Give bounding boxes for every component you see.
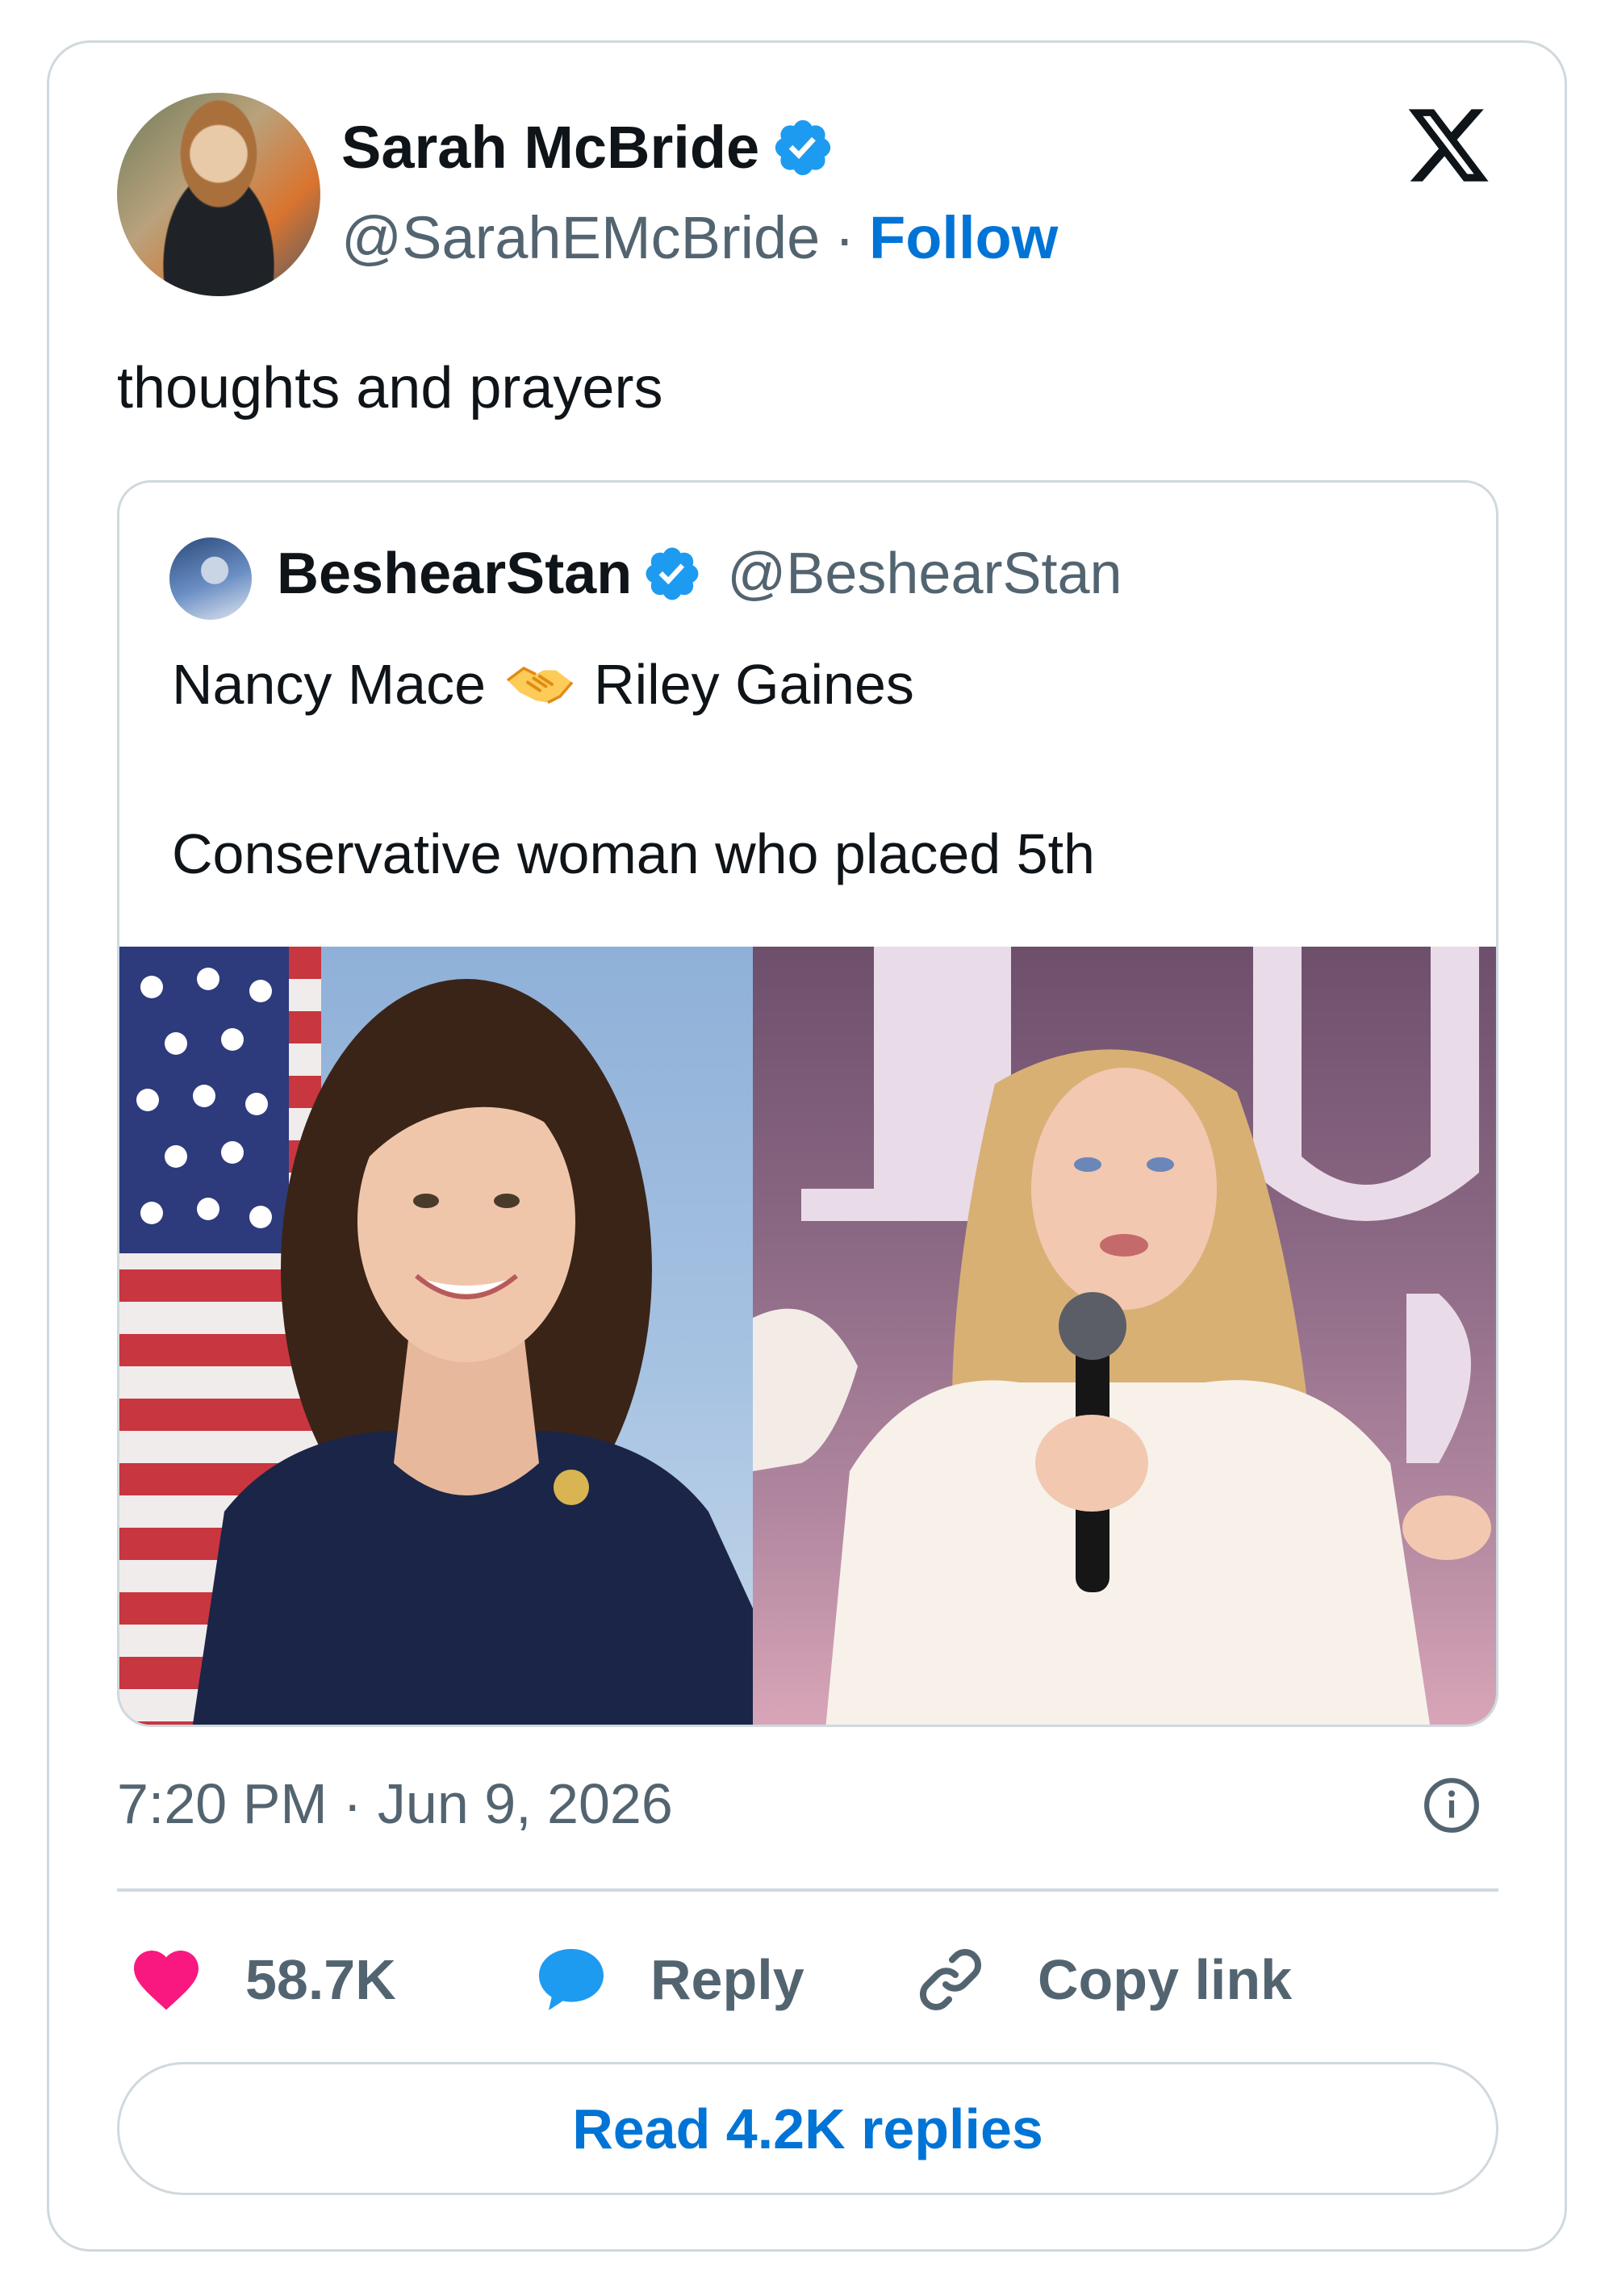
quoted-author-name[interactable]: BeshearStan [277, 541, 632, 607]
author-avatar[interactable] [117, 93, 320, 296]
author-handle[interactable]: @SarahEMcBride [341, 203, 820, 272]
divider [117, 1888, 1498, 1892]
reply-bubble-icon [539, 1949, 604, 2010]
verified-badge-icon [775, 119, 831, 175]
quoted-photo-left[interactable] [119, 947, 753, 1725]
quoted-author-handle: @BeshearStan [727, 542, 1122, 606]
reply-label: Reply [650, 1948, 804, 2011]
heart-icon [134, 1951, 198, 2010]
author-name[interactable]: Sarah McBride [341, 113, 759, 182]
author-name-row[interactable]: Sarah McBride [341, 113, 835, 182]
quoted-text-name-left: Nancy Mace [172, 653, 487, 716]
quoted-text-line-1: Nancy Mace Riley Gaines [172, 652, 914, 717]
quoted-author-avatar[interactable] [169, 537, 252, 620]
quoted-tweet[interactable]: BeshearStan @BeshearStan Nancy Mace Rile… [117, 480, 1498, 1727]
like-count: 58.7K [245, 1948, 396, 2011]
like-button[interactable]: 58.7K [127, 1941, 396, 2018]
link-icon [919, 1948, 982, 2011]
quoted-text-line-2: Conservative woman who placed 5th [172, 822, 1095, 885]
author-handle-row: @SarahEMcBride · Follow [341, 203, 1058, 272]
read-replies-button[interactable]: Read 4.2K replies [117, 2062, 1498, 2195]
quoted-author-row[interactable]: BeshearStan @BeshearStan [277, 541, 1122, 607]
tweet-text: thoughts and prayers [117, 356, 663, 420]
quoted-photo-right[interactable] [753, 947, 1496, 1725]
info-icon[interactable] [1422, 1775, 1481, 1835]
follow-button[interactable]: Follow [869, 203, 1058, 272]
dot-separator: · [834, 204, 855, 271]
verified-badge-icon [646, 547, 699, 600]
copy-link-label: Copy link [1038, 1948, 1293, 2011]
x-logo-icon[interactable] [1400, 101, 1497, 190]
copy-link-button[interactable]: Copy link [912, 1941, 1292, 2018]
handshake-emoji-icon [506, 666, 574, 705]
tweet-timestamp[interactable]: 7:20 PM · Jun 9, 2026 [117, 1771, 673, 1836]
quoted-text-name-right: Riley Gaines [594, 653, 914, 716]
reply-button[interactable]: Reply [533, 1941, 804, 2018]
